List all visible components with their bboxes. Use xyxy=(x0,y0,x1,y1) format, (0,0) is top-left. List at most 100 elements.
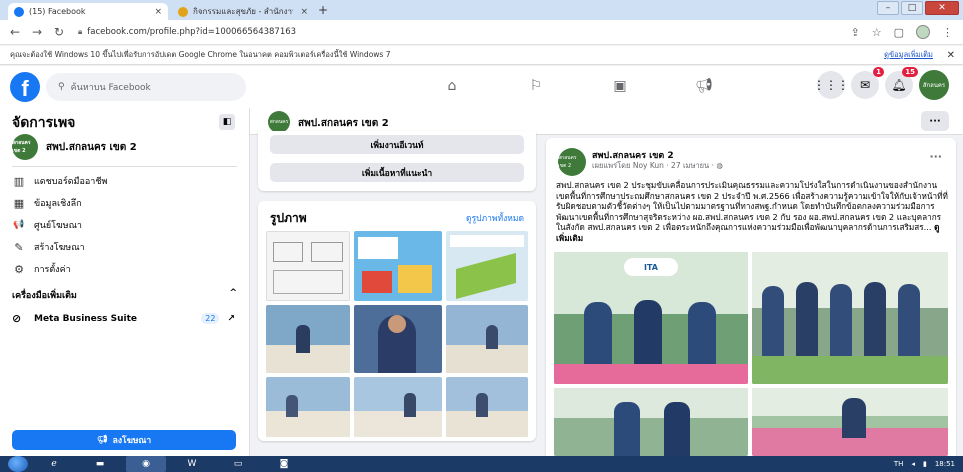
manage-page-sidebar: จัดการเพจ ◧ สกลนคร เขต 2 สพป.สกลนคร เขต … xyxy=(0,108,250,456)
maximize-icon[interactable]: □ xyxy=(901,1,923,15)
network-icon[interactable]: ▮ xyxy=(923,460,927,468)
lock-icon: 🔒︎ xyxy=(78,27,83,36)
tab-obec[interactable]: กิจกรรมและสุขภัย - สำนักงานเขตพื้นที่ × xyxy=(172,3,314,20)
facebook-logo-icon[interactable]: f xyxy=(10,72,40,102)
clock[interactable]: 18:51 xyxy=(935,460,955,468)
sidebar-item-create-ads[interactable]: ✎ สร้างโฆษณา xyxy=(12,240,84,254)
post-photo[interactable] xyxy=(752,252,948,384)
sidebar-title: จัดการเพจ xyxy=(12,115,76,131)
sidebar-item-ad-center[interactable]: 📢 ศูนย์โฆษณา xyxy=(12,218,82,232)
browser-tab-bar: (15) Facebook × กิจกรรมและสุขภัย - สำนัก… xyxy=(0,0,963,20)
pencil-icon: ✎ xyxy=(14,240,24,254)
language-indicator[interactable]: TH xyxy=(894,460,904,468)
page-more-button[interactable]: ··· xyxy=(921,111,949,131)
meta-count-badge: 22 xyxy=(201,313,220,324)
post-photo[interactable] xyxy=(752,388,948,456)
post-photo[interactable]: ITA xyxy=(554,252,748,384)
url-field[interactable]: 🔒︎ facebook.com/profile.php?id=100066564… xyxy=(78,23,851,42)
photo-thumbnail[interactable] xyxy=(266,305,350,373)
volume-icon[interactable]: ◂ xyxy=(911,460,915,468)
photo-thumbnail[interactable] xyxy=(266,377,350,437)
promote-button[interactable]: 📢︎ ลงโฆษณา xyxy=(12,430,236,450)
photo-thumbnail[interactable] xyxy=(266,231,350,301)
system-tray: TH ◂ ▮ 18:51 xyxy=(894,456,955,472)
sidebar-page-link[interactable]: สกลนคร เขต 2 สพป.สกลนคร เขต 2 xyxy=(12,134,137,160)
photos-title: รูปภาพ xyxy=(270,211,307,225)
post-options-button[interactable]: ··· xyxy=(929,150,942,163)
notifications-bell-icon[interactable]: 🔔︎ 15 xyxy=(885,67,918,99)
more-tools-header[interactable]: เครื่องมือเพิ่มเติม ^ xyxy=(12,288,237,302)
sidebar-item-label: การตั้งค่า xyxy=(34,265,71,275)
add-featured-button[interactable]: เพิ่มเนื้อหาที่แนะนำ xyxy=(270,163,524,182)
tab-close-icon[interactable]: × xyxy=(154,7,162,17)
chrome-menu-icon[interactable]: ⋮ xyxy=(942,26,953,39)
search-icon: ⚲ xyxy=(58,82,65,92)
photo-thumbnail[interactable] xyxy=(446,305,528,373)
sidebar-item-label: แดชบอร์ดมืออาชีพ xyxy=(34,177,108,187)
photo-thumbnail[interactable] xyxy=(354,305,442,373)
page-header-avatar[interactable]: สกลนคร xyxy=(268,111,290,133)
tab-facebook[interactable]: (15) Facebook × xyxy=(8,3,168,20)
photo-thumbnail[interactable] xyxy=(354,231,442,301)
minimize-icon[interactable]: – xyxy=(877,1,899,15)
line-app-icon[interactable]: ◙ xyxy=(264,456,304,472)
facebook-right-nav: ⋮⋮⋮ ✉ 1 🔔︎ 15 สักลนคร xyxy=(813,67,949,100)
meta-business-suite-label: Meta Business Suite xyxy=(34,313,138,324)
menu-grid-icon[interactable]: ⋮⋮⋮ xyxy=(813,71,849,99)
meta-logo-icon: ⊘ xyxy=(12,312,22,325)
url-text: facebook.com/profile.php?id=100066564387… xyxy=(87,27,297,37)
account-avatar[interactable]: สักลนคร xyxy=(919,70,949,100)
ads-manager-icon[interactable]: ▣ xyxy=(578,72,662,100)
photo-thumbnail[interactable] xyxy=(446,231,528,301)
reload-icon[interactable]: ↻ xyxy=(48,25,70,39)
back-arrow-icon[interactable]: ← xyxy=(4,25,26,39)
sidebar-item-settings[interactable]: ⚙ การตั้งค่า xyxy=(12,262,71,276)
site-favicon-icon xyxy=(178,6,188,17)
start-button-icon[interactable] xyxy=(8,456,28,472)
chrome-app-icon[interactable]: ◉ xyxy=(126,456,166,472)
explorer-app-icon[interactable]: ▬ xyxy=(80,456,120,472)
word-app-icon[interactable]: W xyxy=(172,456,212,472)
post-avatar-text: สกลนคร เขต 2 xyxy=(558,155,577,169)
chevron-up-icon[interactable]: ^ xyxy=(229,288,237,302)
profile-avatar-icon[interactable] xyxy=(916,25,930,39)
info-bar-message: คุณจะต้องใช้ Windows 10 ขึ้นไปเพื่อรับกา… xyxy=(10,50,391,59)
home-icon[interactable]: ⌂ xyxy=(410,72,494,100)
sidebar-item-insights[interactable]: ▦ ข้อมูลเชิงลึก xyxy=(12,196,82,210)
add-event-button[interactable]: เพิ่มงานอีเวนท์ xyxy=(270,135,524,154)
post-meta-text: เผยแพร่โดย Noy Kun · 27 เมษายน · xyxy=(592,161,714,170)
info-bar-close-icon[interactable]: ✕ xyxy=(947,50,955,61)
account-avatar-text: สักลนคร xyxy=(922,82,946,89)
post-photo[interactable] xyxy=(554,388,748,456)
page-header-avatar-text: สกลนคร xyxy=(269,119,289,125)
messenger-badge: 1 xyxy=(873,67,884,77)
window-app-icon[interactable]: ▭ xyxy=(218,456,258,472)
share-icon[interactable]: ⇪ xyxy=(851,26,860,39)
sidebar-item-label: ข้อมูลเชิงลึก xyxy=(34,199,82,209)
new-tab-button[interactable]: + xyxy=(318,3,328,17)
gear-icon: ⚙ xyxy=(14,262,24,276)
learn-more-link[interactable]: ดูข้อมูลเพิ่มเติม xyxy=(884,49,933,61)
sidebar-item-label: ศูนย์โฆษณา xyxy=(34,221,82,231)
facebook-search-input[interactable]: ⚲ ค้นหาบน Facebook xyxy=(46,73,246,101)
post-page-avatar[interactable]: สกลนคร เขต 2 xyxy=(558,148,586,176)
messenger-icon[interactable]: ✉ 1 xyxy=(851,67,884,99)
bookmark-star-icon[interactable]: ☆ xyxy=(872,26,882,39)
see-all-photos-link[interactable]: ดูรูปภาพทั้งหมด xyxy=(466,211,524,225)
sidebar-item-dashboard[interactable]: ▥ แดชบอร์ดมืออาชีพ xyxy=(12,174,108,188)
megaphone-icon: 📢︎ xyxy=(96,435,108,445)
photo-thumbnail[interactable] xyxy=(446,377,528,437)
megaphone-icon[interactable]: 📢︎ xyxy=(662,72,746,100)
tab-close-icon[interactable]: × xyxy=(300,7,308,17)
collapse-sidebar-icon[interactable]: ◧ xyxy=(219,114,235,130)
meta-business-suite-link[interactable]: ⊘ Meta Business Suite 22 ↗ xyxy=(12,312,235,325)
facebook-top-nav: f ⚲ ค้นหาบน Facebook ⌂ ⚐ ▣ 📢︎ ⋮⋮⋮ ✉ 1 🔔︎ 1… xyxy=(0,66,963,108)
pages-flag-icon[interactable]: ⚐ xyxy=(494,72,578,100)
photo-thumbnail[interactable] xyxy=(354,377,442,437)
ie-app-icon[interactable]: ℯ xyxy=(34,456,74,472)
forward-arrow-icon[interactable]: → xyxy=(26,25,48,39)
sidebar-panel-icon[interactable]: ▢ xyxy=(894,26,904,39)
close-window-icon[interactable]: ✕ xyxy=(925,1,959,15)
sidebar-divider xyxy=(12,166,237,167)
page-header-name[interactable]: สพป.สกลนคร เขต 2 xyxy=(298,116,389,131)
